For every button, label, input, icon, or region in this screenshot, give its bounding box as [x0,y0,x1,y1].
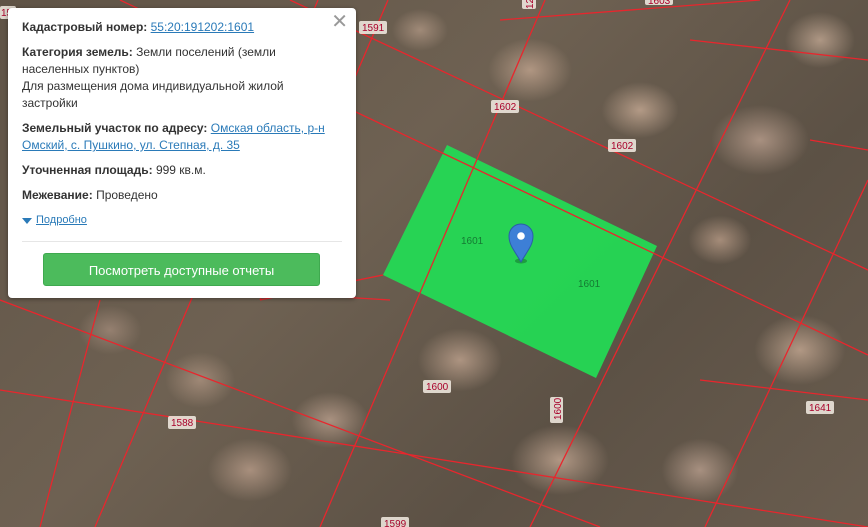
parcel-label-1600-a: 1600 [423,380,451,393]
parcel-label-1601-b: 1601 [578,279,601,290]
land-category-label: Категория земель: [22,45,133,59]
cadastral-number-label: Кадастровый номер: [22,20,148,34]
parcel-label-1602-a: 1602 [491,100,519,113]
survey-value: Проведено [96,188,158,202]
survey-label: Межевание: [22,188,93,202]
address-row: Земельный участок по адресу: Омская обла… [22,120,342,154]
parcel-label-12: 12 [522,0,536,9]
divider [22,241,342,242]
svg-text:1641: 1641 [809,403,832,414]
details-toggle[interactable]: Подробно [22,212,342,229]
parcel-label-1591: 1591 [359,21,387,34]
survey-row: Межевание: Проведено [22,187,342,204]
svg-text:1602: 1602 [494,102,517,113]
svg-text:1591: 1591 [362,23,385,34]
view-reports-button[interactable]: Посмотреть доступные отчеты [43,253,320,286]
triangle-down-icon [22,217,32,224]
parcel-label-1602-b: 1602 [608,139,636,152]
land-category-row: Категория земель: Земли поселений (земли… [22,44,342,112]
svg-text:1588: 1588 [171,418,194,429]
area-row: Уточненная площадь: 999 кв.м. [22,162,342,179]
parcel-label-1641: 1641 [806,401,834,414]
close-icon[interactable]: ✕ [331,12,348,32]
area-label: Уточненная площадь: [22,163,153,177]
svg-text:1600: 1600 [553,397,564,420]
parcel-info-popup: ✕ Кадастровый номер: 55:20:191202:1601 К… [8,8,356,298]
cadastral-number-row: Кадастровый номер: 55:20:191202:1601 [22,19,342,36]
svg-text:1600: 1600 [426,382,449,393]
parcel-label-1588: 1588 [168,416,196,429]
address-label: Земельный участок по адресу: [22,121,208,135]
area-value: 999 кв.м. [155,163,206,177]
svg-text:12: 12 [525,0,536,9]
svg-text:1601: 1601 [578,279,601,290]
cadastral-number-link[interactable]: 55:20:191202:1601 [151,20,254,34]
parcel-label-1600-b: 1600 [550,397,564,423]
parcel-label-1601-a: 1601 [461,236,484,247]
svg-text:1601: 1601 [461,236,484,247]
svg-text:1599: 1599 [384,519,407,527]
land-usage-value: Для размещения дома индивидуальной жилой… [22,79,284,110]
parcel-label-1603: 1603 [645,0,673,7]
parcel-label-1599: 1599 [381,517,409,527]
details-link[interactable]: Подробно [36,212,87,229]
svg-text:1603: 1603 [648,0,671,7]
svg-text:1602: 1602 [611,141,634,152]
